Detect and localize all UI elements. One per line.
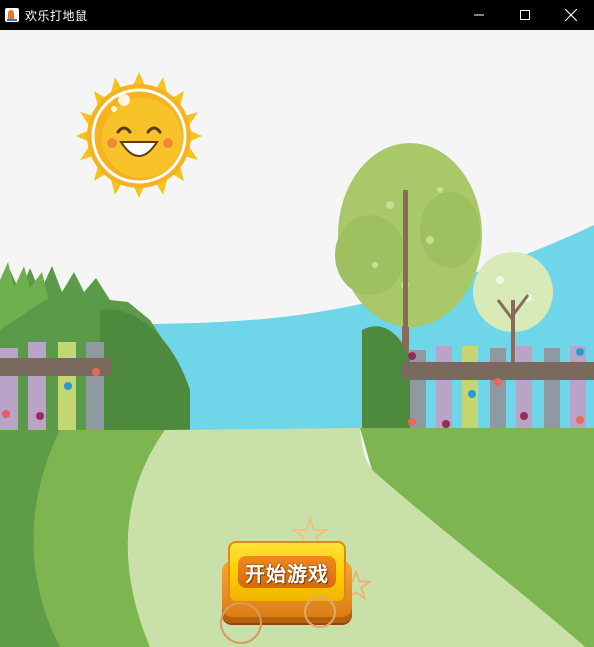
button-label-plate: 开始游戏 xyxy=(238,556,336,588)
maximize-button[interactable] xyxy=(502,0,548,30)
start-game-label: 开始游戏 xyxy=(245,561,329,586)
title-bar[interactable]: 欢乐打地鼠 xyxy=(0,0,594,30)
java-app-icon xyxy=(5,8,19,22)
minimize-button[interactable] xyxy=(456,0,502,30)
window-title: 欢乐打地鼠 xyxy=(25,8,88,23)
maximize-icon xyxy=(520,10,530,20)
minimize-icon xyxy=(474,14,484,16)
app-window: 欢乐打地鼠 开始游戏 xyxy=(0,0,594,647)
window-controls xyxy=(456,0,594,30)
close-icon xyxy=(565,9,577,21)
close-button[interactable] xyxy=(548,0,594,30)
start-game-button[interactable]: 开始游戏 xyxy=(222,541,352,623)
